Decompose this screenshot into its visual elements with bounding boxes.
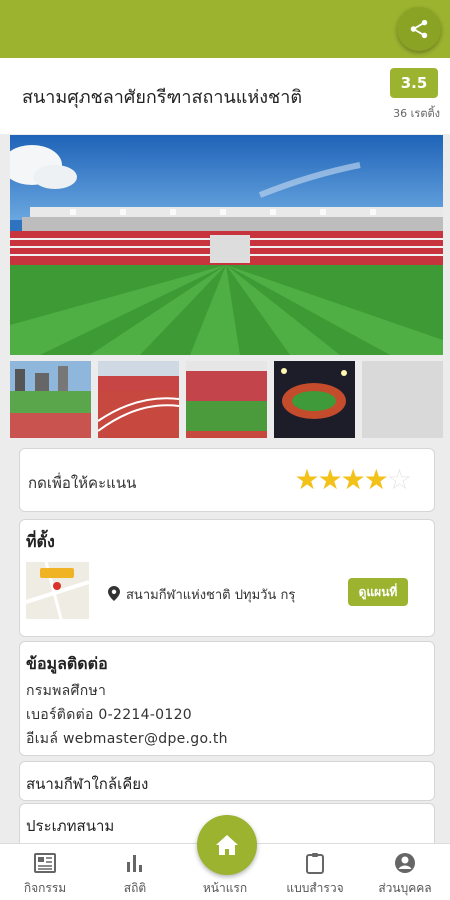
location-heading: ที่ตั้ง: [26, 532, 55, 551]
app-bar: [0, 0, 450, 58]
location-card: ที่ตั้ง สนามกีฬาแห่งชาติ ปทุมวัน กรุ ดูแ…: [19, 519, 435, 637]
clipboard-icon: [306, 853, 324, 874]
bar-chart-icon: [127, 855, 142, 872]
stadium-photo[interactable]: [10, 135, 443, 355]
star-icon[interactable]: ★: [364, 463, 389, 496]
star-icon[interactable]: ★: [294, 463, 319, 496]
nav-survey-label: แบบสำรวจ: [286, 881, 344, 895]
nav-activities-label: กิจกรรม: [23, 881, 67, 895]
contact-heading: ข้อมูลติดต่อ: [26, 654, 108, 673]
nearby-venues-row[interactable]: สนามกีฬาใกล้เคียง: [19, 761, 435, 801]
thumbnail[interactable]: [186, 361, 267, 438]
venue-header: สนามศุภชลาศัยกรีฑาสถานแห่งชาติ 3.5 36 เร…: [0, 58, 450, 134]
star-rating[interactable]: ★★★★☆: [294, 463, 412, 496]
view-map-button[interactable]: ดูแผนที่: [348, 578, 408, 606]
thumbnail[interactable]: [274, 361, 355, 438]
field-type-label: ประเภทสนาม: [26, 817, 115, 835]
share-button[interactable]: [397, 7, 441, 51]
rate-label: กดเพื่อให้คะแนน: [28, 474, 137, 492]
star-icon[interactable]: ★: [318, 463, 343, 496]
rating-badge: 3.5: [390, 68, 438, 98]
contact-card: ข้อมูลติดต่อ กรมพลศึกษา เบอร์ติดต่อ 0-22…: [19, 641, 435, 756]
rate-card[interactable]: กดเพื่อให้คะแนน ★★★★☆: [19, 448, 435, 512]
nav-home-label: หน้าแรก: [202, 881, 248, 895]
home-icon: [216, 835, 238, 855]
address-text: สนามกีฬาแห่งชาติ ปทุมวัน กรุ: [126, 588, 296, 603]
share-icon: [410, 19, 428, 39]
nav-profile[interactable]: ส่วนบุคคล: [360, 844, 450, 900]
nearby-label: สนามกีฬาใกล้เคียง: [26, 775, 149, 793]
nav-survey[interactable]: แบบสำรวจ: [270, 844, 360, 900]
map-thumbnail[interactable]: [26, 562, 89, 619]
nav-profile-label: ส่วนบุคคล: [378, 881, 432, 895]
nav-activities[interactable]: กิจกรรม: [0, 844, 90, 900]
nav-stats-label: สถิติ: [123, 881, 147, 895]
star-icon[interactable]: ★: [341, 463, 366, 496]
newspaper-icon: [34, 853, 56, 873]
location-pin-icon: [108, 586, 120, 601]
thumbnail-placeholder[interactable]: [362, 361, 443, 438]
account-circle-icon: [395, 853, 415, 873]
contact-organization: กรมพลศึกษา: [26, 683, 107, 699]
thumbnail[interactable]: [10, 361, 91, 438]
photo-thumbnails: [10, 361, 443, 438]
star-empty-icon[interactable]: ☆: [387, 463, 412, 496]
location-address: สนามกีฬาแห่งชาติ ปทุมวัน กรุ: [108, 584, 295, 605]
home-button[interactable]: [197, 815, 257, 875]
thumbnail[interactable]: [98, 361, 179, 438]
contact-email[interactable]: อีเมล์ webmaster@dpe.go.th: [26, 728, 228, 750]
rating-count: 36 เรตติ้ง: [393, 107, 440, 120]
venue-title: สนามศุภชลาศัยกรีฑาสถานแห่งชาติ: [22, 87, 303, 108]
nav-stats[interactable]: สถิติ: [90, 844, 180, 900]
contact-phone[interactable]: เบอร์ติดต่อ 0-2214-0120: [26, 704, 192, 726]
